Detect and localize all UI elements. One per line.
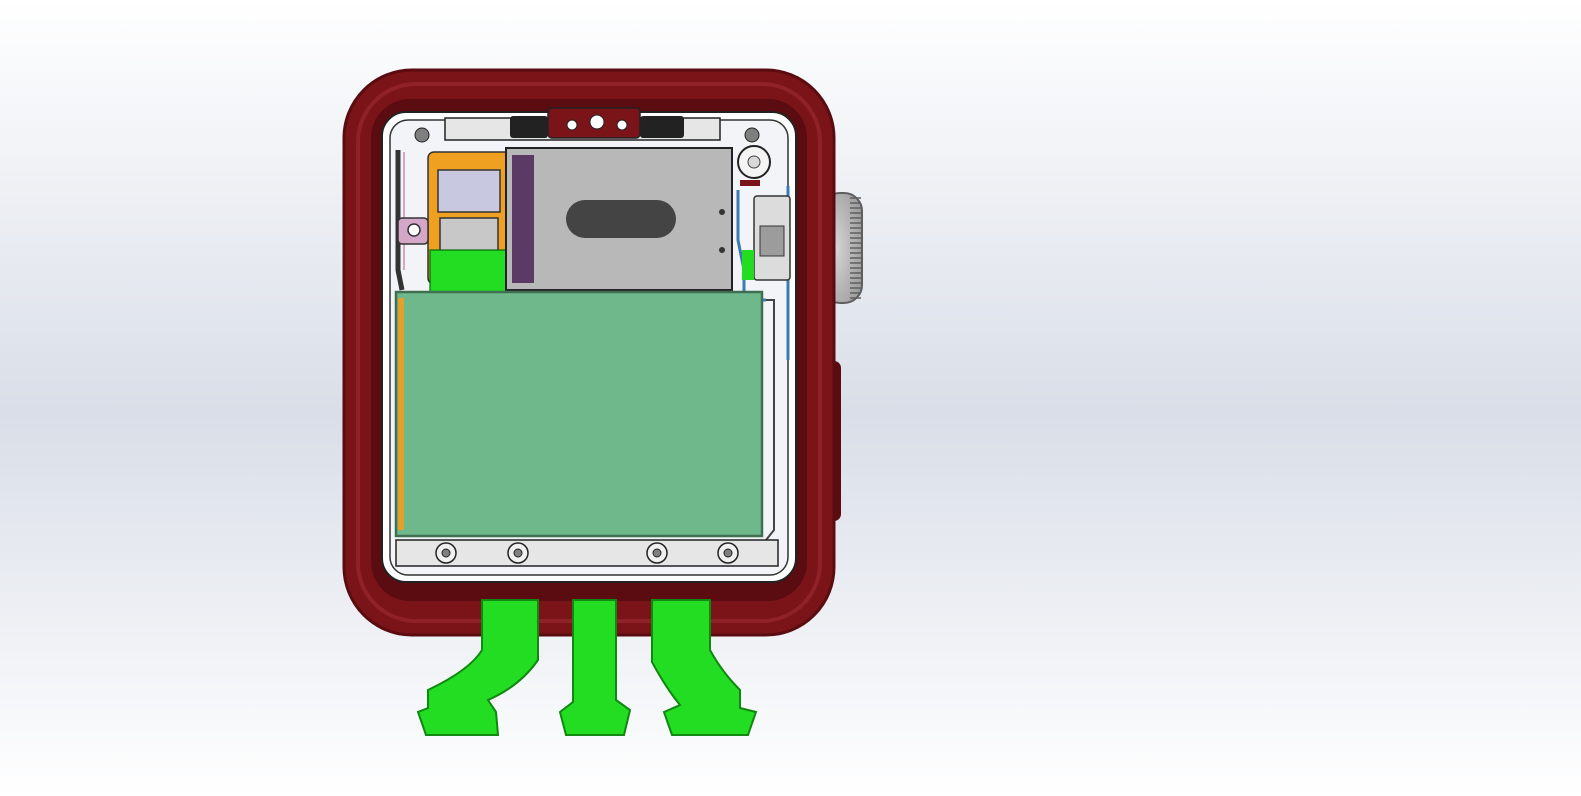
chip-upper bbox=[437, 169, 501, 213]
battery[interactable] bbox=[394, 290, 764, 538]
corner-screw-icon bbox=[414, 127, 430, 143]
screw-icon bbox=[435, 542, 457, 564]
cad-viewport[interactable] bbox=[0, 0, 1581, 796]
screw-icon bbox=[646, 542, 668, 564]
taptic-engine[interactable] bbox=[505, 147, 733, 291]
screw-icon bbox=[507, 542, 529, 564]
crown-knurling bbox=[850, 197, 861, 299]
bottom-rail bbox=[395, 539, 779, 567]
taptic-slot bbox=[566, 200, 676, 238]
screw-icon bbox=[717, 542, 739, 564]
corner-screw-icon bbox=[744, 127, 760, 143]
cad-scene[interactable] bbox=[0, 0, 1581, 796]
